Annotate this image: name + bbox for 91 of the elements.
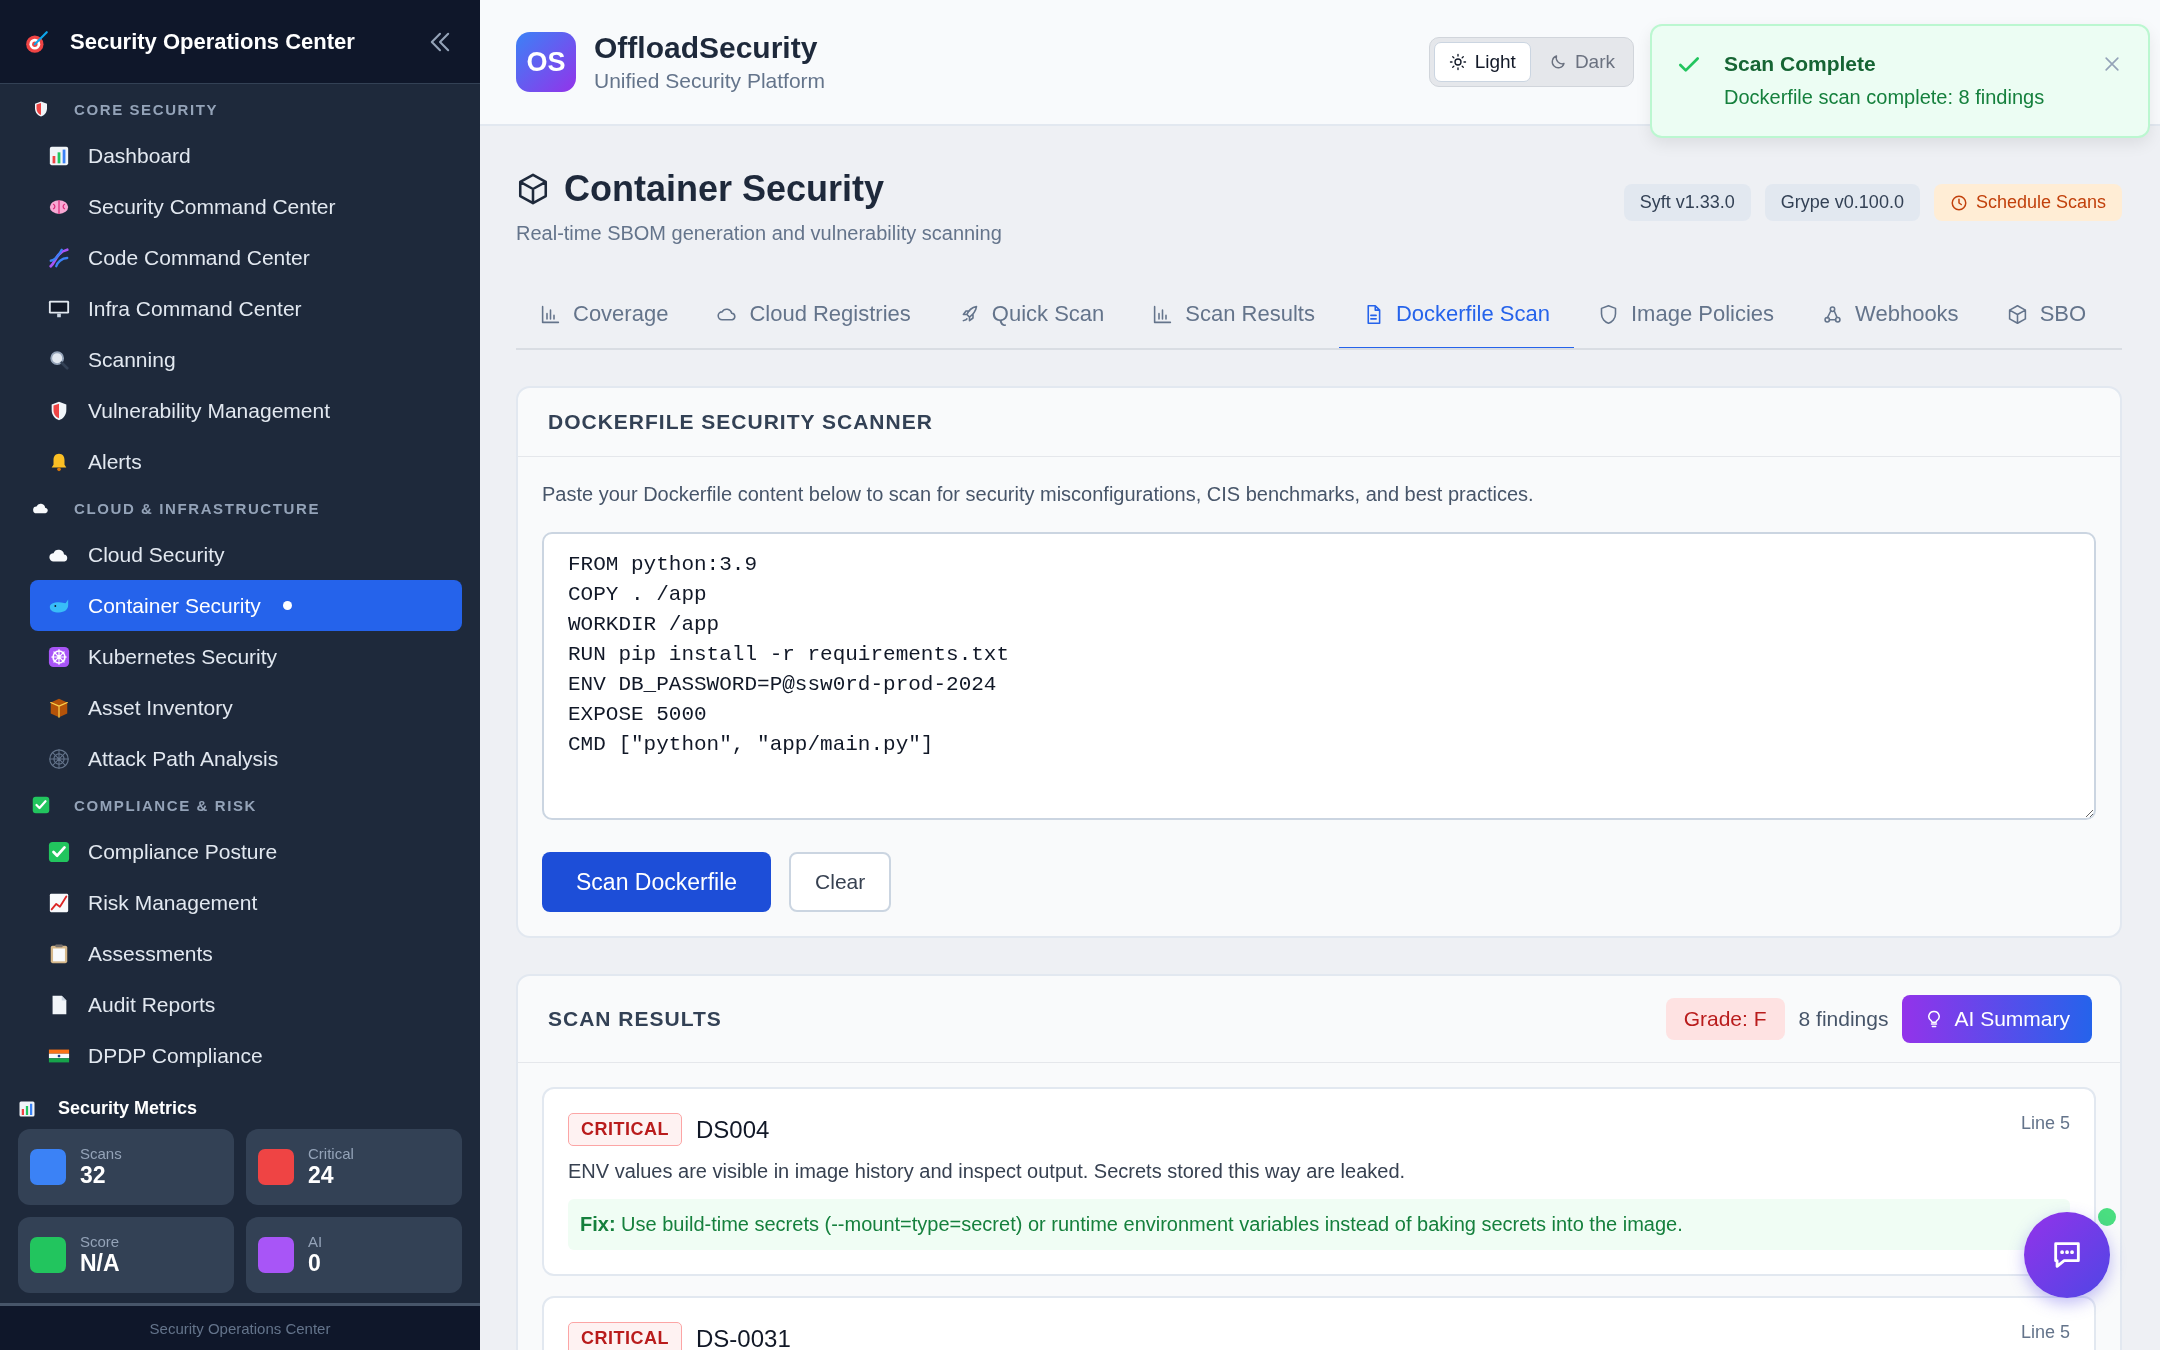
panel-title: DOCKERFILE SECURITY SCANNER — [548, 410, 933, 434]
shield-icon — [32, 100, 50, 118]
check-box-icon — [32, 796, 50, 814]
clipboard-icon — [48, 942, 70, 965]
severity-badge: CRITICAL — [568, 1322, 682, 1350]
helix-icon — [48, 246, 70, 269]
nav-item[interactable]: Vulnerability Management — [30, 385, 462, 436]
tab[interactable]: Coverage — [516, 285, 693, 348]
bar-chart-icon — [18, 1099, 36, 1118]
nav-item[interactable]: Container Security — [30, 580, 462, 631]
section-heading: CLOUD & INFRASTRUCTURE — [74, 499, 321, 517]
tab[interactable]: SBO — [1982, 285, 2111, 348]
cube-icon — [2006, 303, 2028, 325]
metrics-heading: Security Metrics — [58, 1098, 198, 1119]
tab[interactable]: Dockerfile Scan — [1338, 285, 1574, 348]
page-subtitle: Real-time SBOM generation and vulnerability scanning — [516, 222, 1002, 245]
severity-badge: CRITICAL — [568, 1113, 682, 1146]
clock-icon — [1949, 193, 1968, 212]
finding-description: ENV values are visible in image history and inspect output. Secrets stored this way are leaked. — [568, 1160, 1407, 1183]
findings-count: 8 findings — [1798, 1007, 1889, 1031]
metric-label: Scans — [80, 1145, 122, 1162]
toast-message: Dockerfile scan complete: 8 findings — [1724, 86, 2046, 109]
nav-item[interactable]: Cloud Security — [30, 529, 462, 580]
sun-icon — [1448, 53, 1467, 71]
nav-item[interactable]: Audit Reports — [30, 979, 462, 1030]
box-icon — [48, 696, 70, 719]
grade-badge: Grade: F — [1665, 998, 1785, 1040]
nav-item[interactable]: DPDP Compliance — [30, 1030, 462, 1081]
nav-item[interactable]: Assessments — [30, 928, 462, 979]
rule-id: DS004 — [696, 1115, 771, 1144]
nav-item[interactable]: Asset Inventory — [30, 682, 462, 733]
logo-badge: OS — [516, 32, 576, 92]
bar-chart-icon — [540, 303, 561, 325]
nav-item[interactable]: Security Command Center — [30, 181, 462, 232]
fix-note: Fix: Use build-time secrets (--mount=type=secret) or runtime environment variables instead of baking secrets into the image. — [568, 1199, 2070, 1250]
bar-chart-icon — [1152, 303, 1174, 325]
nav-item[interactable]: Dashboard — [30, 130, 462, 181]
metric-value: 0 — [308, 1250, 322, 1277]
sidebar-footer: Security Operations Center — [0, 1303, 480, 1350]
line-number: Line 5 — [2020, 1322, 2070, 1343]
metric-value: 24 — [308, 1162, 335, 1189]
nav-item[interactable]: Code Command Center — [30, 232, 462, 283]
line-number: Line 5 — [2020, 1113, 2070, 1134]
clear-button[interactable]: Clear — [789, 852, 892, 912]
theme-option[interactable]: Light — [1433, 42, 1531, 82]
shield-icon — [1598, 303, 1619, 325]
dockerfile-input[interactable]: FROM python:3.9 COPY . /app WORKDIR /app RUN pip install -r requirements.txt ENV DB_PASSWORD=P@ssw0rd-prod-2024 EXPOSE 5000 CMD ["python", "app/main.py"] — [542, 532, 2096, 820]
nodes-icon — [1822, 303, 1844, 325]
metric-label: AI — [308, 1233, 323, 1250]
scan-button[interactable]: Scan Dockerfile — [542, 852, 772, 912]
panel-title: SCAN RESULTS — [548, 1007, 722, 1031]
magnifier-icon — [48, 348, 70, 371]
theme-option[interactable]: Dark — [1534, 42, 1629, 82]
metric-value: 32 — [80, 1162, 107, 1189]
schedule-button[interactable]: Schedule Scans — [1933, 184, 2122, 221]
metric-label: Critical — [308, 1145, 354, 1162]
nav-item[interactable]: Alerts — [30, 436, 462, 487]
target-icon — [24, 28, 50, 55]
tagline: Unified Security Platform — [594, 69, 827, 93]
page-title: Container Security — [564, 168, 885, 210]
trend-chart-icon — [48, 891, 70, 914]
tab[interactable]: Webhooks — [1798, 285, 1983, 348]
bar-chart-icon — [48, 144, 70, 167]
rule-id: DS-0031 — [696, 1324, 792, 1350]
metric-label: Score — [80, 1233, 120, 1250]
wheel-icon — [48, 645, 70, 668]
version-badge: Syft v1.33.0 — [1623, 184, 1751, 221]
web-icon — [48, 747, 70, 770]
nav-item[interactable]: Infra Command Center — [30, 283, 462, 334]
nav-item[interactable]: Kubernetes Security — [30, 631, 462, 682]
instructions-text: Paste your Dockerfile content below to scan for security misconfigurations, CIS benchmarks, and best practices. — [542, 483, 1535, 506]
tab[interactable]: Cloud Registries — [692, 285, 935, 348]
check-box-icon — [48, 840, 70, 863]
nav-item[interactable]: Compliance Posture — [30, 826, 462, 877]
tab[interactable]: Scan Results — [1128, 285, 1339, 348]
metric-value: N/A — [80, 1250, 120, 1277]
app-title: Security Operations Center — [70, 28, 356, 55]
ai-summary-button[interactable]: AI Summary — [1902, 995, 2092, 1043]
section-heading: COMPLIANCE & RISK — [74, 796, 258, 814]
tab[interactable]: Quick Scan — [934, 285, 1129, 348]
nav-item[interactable]: Risk Management — [30, 877, 462, 928]
tab[interactable]: Image Policies — [1574, 285, 1799, 348]
nav-item[interactable]: Scanning — [30, 334, 462, 385]
section-heading: CORE SECURITY — [74, 100, 219, 118]
nav-item[interactable]: Attack Path Analysis — [30, 733, 462, 784]
cube-icon — [516, 172, 550, 206]
close-icon — [2102, 54, 2122, 74]
toast-title: Scan Complete — [1724, 52, 1877, 76]
active-dot — [282, 601, 292, 610]
version-badge: Grype v0.100.0 — [1764, 184, 1920, 221]
brand-name: OffloadSecurity — [594, 31, 819, 65]
